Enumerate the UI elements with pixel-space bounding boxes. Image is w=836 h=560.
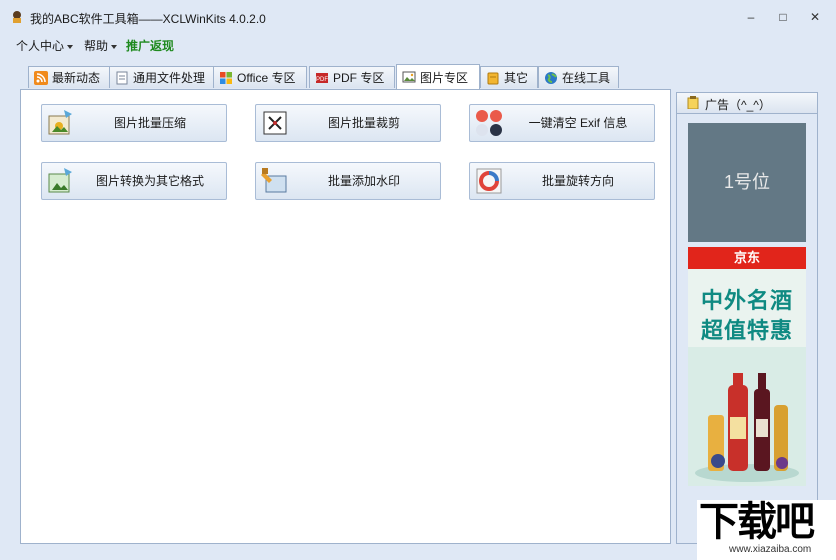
image-crop-icon [263, 111, 287, 135]
image-compress-icon [48, 110, 72, 135]
image-convert-format-button[interactable]: 图片转换为其它格式 [41, 162, 227, 200]
title-bar: 我的ABC软件工具箱——XCLWinKits 4.0.2.0 – □ ✕ [0, 0, 836, 34]
menu-personal-center[interactable]: 个人中心 [16, 37, 74, 54]
jd-brand-label: 京东 [688, 247, 806, 269]
watermark-text: 下载吧 [699, 500, 815, 544]
minimize-button[interactable]: – [740, 8, 762, 26]
image-batch-compress-button[interactable]: 图片批量压缩 [41, 104, 227, 142]
pdf-icon: PDF [316, 72, 328, 83]
tab-images[interactable]: 图片专区 [396, 64, 480, 89]
tab-strip: 最新动态 通用文件处理 Office 专区 PDF PDF 专区 图片专区 其它… [22, 64, 672, 89]
tab-other[interactable]: 其它 [480, 66, 538, 88]
folder-icon [487, 72, 499, 84]
menu-help[interactable]: 帮助 [84, 37, 118, 54]
menu-bar: 个人中心 帮助 推广返现 [0, 34, 836, 56]
tab-general-files[interactable]: 通用文件处理 [109, 66, 215, 88]
tab-online-tools[interactable]: 在线工具 [538, 66, 619, 88]
ad-panel: 广告（^_^） 1号位 京东 中外名酒 超值特惠 [676, 92, 818, 544]
window-title: 我的ABC软件工具箱——XCLWinKits 4.0.2.0 [30, 12, 266, 26]
app-logo-icon [13, 11, 21, 23]
rotate-icon [476, 168, 502, 194]
wine-bottles-image [688, 347, 806, 486]
tab-pdf[interactable]: PDF PDF 专区 [309, 66, 395, 88]
watermark-url: www.xiazaiba.com [729, 544, 812, 555]
clipboard-icon [687, 96, 699, 109]
image-batch-crop-button[interactable]: 图片批量裁剪 [255, 104, 441, 142]
ad-slot-jd[interactable]: 京东 中外名酒 超值特惠 [688, 247, 806, 486]
promo-link[interactable]: 推广返现 [126, 37, 174, 54]
watermark-icon [261, 168, 287, 193]
batch-watermark-button[interactable]: 批量添加水印 [255, 162, 441, 200]
close-button[interactable]: ✕ [804, 8, 826, 26]
file-icon [116, 71, 128, 84]
image-convert-icon [48, 168, 72, 193]
ad-header: 广告（^_^） [677, 93, 817, 114]
ad-headline-1: 中外名酒 [700, 288, 793, 313]
exif-clear-icon [476, 110, 502, 136]
svg-text:PDF: PDF [316, 77, 328, 83]
ad-slot-1[interactable]: 1号位 [688, 123, 806, 242]
maximize-button[interactable]: □ [772, 8, 794, 26]
office-icon [220, 71, 232, 84]
batch-rotate-button[interactable]: 批量旋转方向 [469, 162, 655, 200]
site-watermark: 下载吧 www.xiazaiba.com [697, 500, 836, 560]
globe-icon [545, 71, 557, 84]
tab-content-panel: 图片批量压缩 图片批量裁剪 一键清空 Exif 信息 图片转换为其它格式 批量添… [20, 89, 671, 544]
tab-latest-news[interactable]: 最新动态 [28, 66, 113, 88]
tab-office[interactable]: Office 专区 [213, 66, 307, 88]
ad-headline-2: 超值特惠 [700, 318, 793, 343]
chevron-down-icon [111, 44, 118, 49]
rss-icon [34, 70, 48, 85]
chevron-down-icon [67, 44, 74, 49]
image-icon [402, 71, 416, 83]
exif-clear-button[interactable]: 一键清空 Exif 信息 [469, 104, 655, 142]
